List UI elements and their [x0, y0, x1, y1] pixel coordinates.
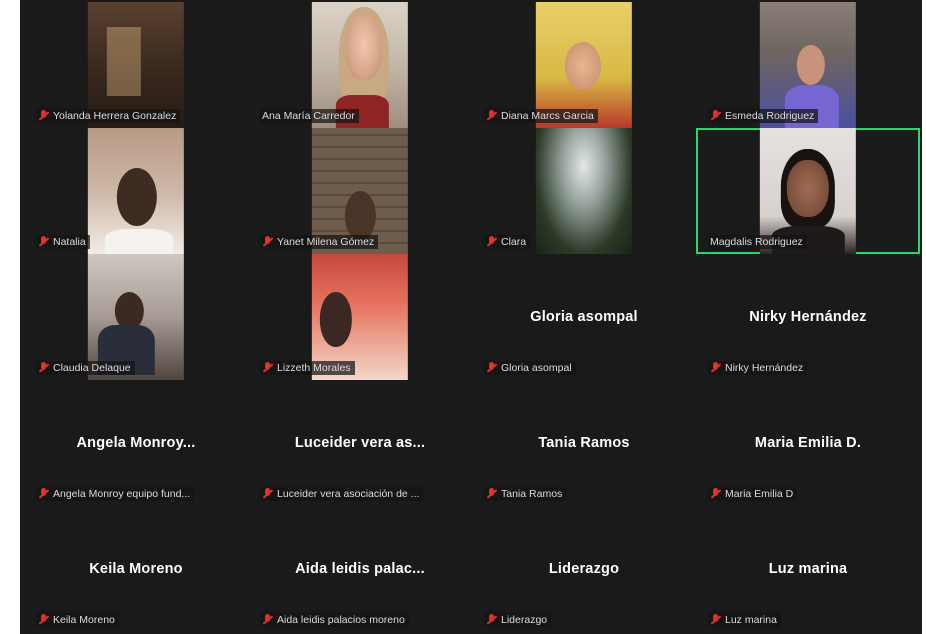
participant-display-name: Angela Monroy... [76, 435, 196, 451]
participant-name-label: Lizzeth Morales [260, 361, 355, 375]
participant-name: Natalia [53, 236, 86, 248]
microphone-muted-icon [38, 488, 49, 500]
participant-name-label: Luceider vera asociación de ... [260, 487, 424, 501]
participant-name-label: Nirky Hernández [708, 361, 808, 375]
participant-name: Diana Marcs Garcia [501, 110, 594, 122]
participant-name: Gloria asompal [501, 362, 572, 374]
participant-name: Angela Monroy equipo fund... [53, 488, 191, 500]
participant-tile[interactable]: Clara [472, 128, 696, 254]
participant-display-name: Nirky Hernández [749, 309, 867, 325]
microphone-muted-icon [486, 110, 497, 122]
participant-video [87, 128, 185, 254]
participant-display-name: Gloria asompal [530, 309, 638, 325]
microphone-muted-icon [38, 236, 49, 248]
participant-tile[interactable]: Luceider vera as... Luceider vera asociac… [248, 380, 472, 506]
participant-name: Yolanda Herrera Gonzalez [53, 110, 177, 122]
participant-name: Liderazgo [501, 614, 548, 626]
participant-tile[interactable]: Claudia Delaque [24, 254, 248, 380]
participant-tile[interactable]: Aida leidis palac... Aida leidis palacios… [248, 506, 472, 632]
participant-display-name: Luz marina [768, 561, 848, 577]
participant-tile[interactable]: Angela Monroy... Angela Monroy equipo fun… [24, 380, 248, 506]
participant-name: Luz marina [725, 614, 777, 626]
participant-tile[interactable]: Diana Marcs Garcia [472, 2, 696, 128]
participant-name: Nirky Hernández [725, 362, 804, 374]
participant-name: Ana María Carredor [262, 110, 355, 122]
participant-display-name: Keila Moreno [89, 561, 183, 577]
participant-tile[interactable]: Yolanda Herrera Gonzalez [24, 2, 248, 128]
participant-name: Yanet Milena Gómez [277, 236, 375, 248]
microphone-muted-icon [38, 614, 49, 626]
microphone-muted-icon [262, 488, 273, 500]
participant-name: Claudia Delaque [53, 362, 131, 374]
microphone-muted-icon [262, 362, 273, 374]
participant-name-label: Angela Monroy equipo fund... [36, 487, 195, 501]
participant-tile[interactable]: Tania Ramos Tania Ramos [472, 380, 696, 506]
participant-display-name: Tania Ramos [538, 435, 630, 451]
participant-display-name: Maria Emilia D. [754, 435, 862, 451]
participant-name-label: Aida leidis palacios moreno [260, 613, 409, 627]
microphone-muted-icon [486, 236, 497, 248]
microphone-muted-icon [38, 362, 49, 374]
participant-display-name: Aida leidis palac... [295, 561, 425, 577]
participant-name-label: Gloria asompal [484, 361, 576, 375]
participant-name: Esmeda Rodriguez [725, 110, 815, 122]
participant-name-label: Keila Moreno [36, 613, 119, 627]
participant-name: Aida leidis palacios moreno [277, 614, 405, 626]
participant-display-name: Luceider vera as... [294, 435, 426, 451]
participant-name-label: Maria Emilia D [708, 487, 798, 501]
participant-name-label: Diana Marcs Garcia [484, 109, 598, 123]
microphone-muted-icon [710, 362, 721, 374]
participant-name-label: Natalia [36, 235, 90, 249]
microphone-muted-icon [710, 110, 721, 122]
participant-tile[interactable]: Luz marina Luz marina [696, 506, 920, 632]
microphone-muted-icon [710, 614, 721, 626]
participant-name-label: Esmeda Rodriguez [708, 109, 819, 123]
participant-name: Maria Emilia D [725, 488, 794, 500]
participant-name: Luceider vera asociación de ... [277, 488, 420, 500]
participant-video [535, 128, 633, 254]
participant-tile[interactable]: Ana María Carredor [248, 2, 472, 128]
participant-name-label: Clara [484, 235, 531, 249]
participant-name: Clara [501, 236, 527, 248]
participant-name-label: Yanet Milena Gómez [260, 235, 379, 249]
participant-name: Keila Moreno [53, 614, 115, 626]
participant-name: Magdalis Rodriguez [710, 236, 803, 248]
participant-tile[interactable]: Liderazgo Liderazgo [472, 506, 696, 632]
microphone-muted-icon [262, 614, 273, 626]
participant-tile[interactable]: Esmeda Rodriguez [696, 2, 920, 128]
participant-name-label: Yolanda Herrera Gonzalez [36, 109, 181, 123]
video-gallery: Yolanda Herrera Gonzalez Ana María Carred… [20, 0, 922, 634]
microphone-muted-icon [710, 488, 721, 500]
participant-name: Lizzeth Morales [277, 362, 351, 374]
microphone-muted-icon [486, 362, 497, 374]
participant-tile[interactable]: Maria Emilia D. Maria Emilia D [696, 380, 920, 506]
participant-tile[interactable]: Nirky Hernández Nirky Hernández [696, 254, 920, 380]
participant-tile[interactable]: Keila Moreno Keila Moreno [24, 506, 248, 632]
participant-tile[interactable]: Yanet Milena Gómez [248, 128, 472, 254]
participant-display-name: Liderazgo [548, 561, 620, 577]
participant-name-label: Claudia Delaque [36, 361, 135, 375]
microphone-muted-icon [262, 236, 273, 248]
participant-name-label: Luz marina [708, 613, 781, 627]
participant-name-label: Liderazgo [484, 613, 552, 627]
participant-name-label: Tania Ramos [484, 487, 567, 501]
participant-name-label: Ana María Carredor [260, 109, 359, 123]
participant-name-label: Magdalis Rodriguez [708, 235, 807, 249]
participant-tile[interactable]: Natalia [24, 128, 248, 254]
microphone-muted-icon [486, 614, 497, 626]
microphone-muted-icon [486, 488, 497, 500]
participant-tile[interactable]: Magdalis Rodriguez [696, 128, 920, 254]
participant-tile[interactable]: Gloria asompal Gloria asompal [472, 254, 696, 380]
participant-tile[interactable]: Lizzeth Morales [248, 254, 472, 380]
microphone-muted-icon [38, 110, 49, 122]
participant-grid: Yolanda Herrera Gonzalez Ana María Carred… [24, 2, 920, 632]
participant-name: Tania Ramos [501, 488, 563, 500]
